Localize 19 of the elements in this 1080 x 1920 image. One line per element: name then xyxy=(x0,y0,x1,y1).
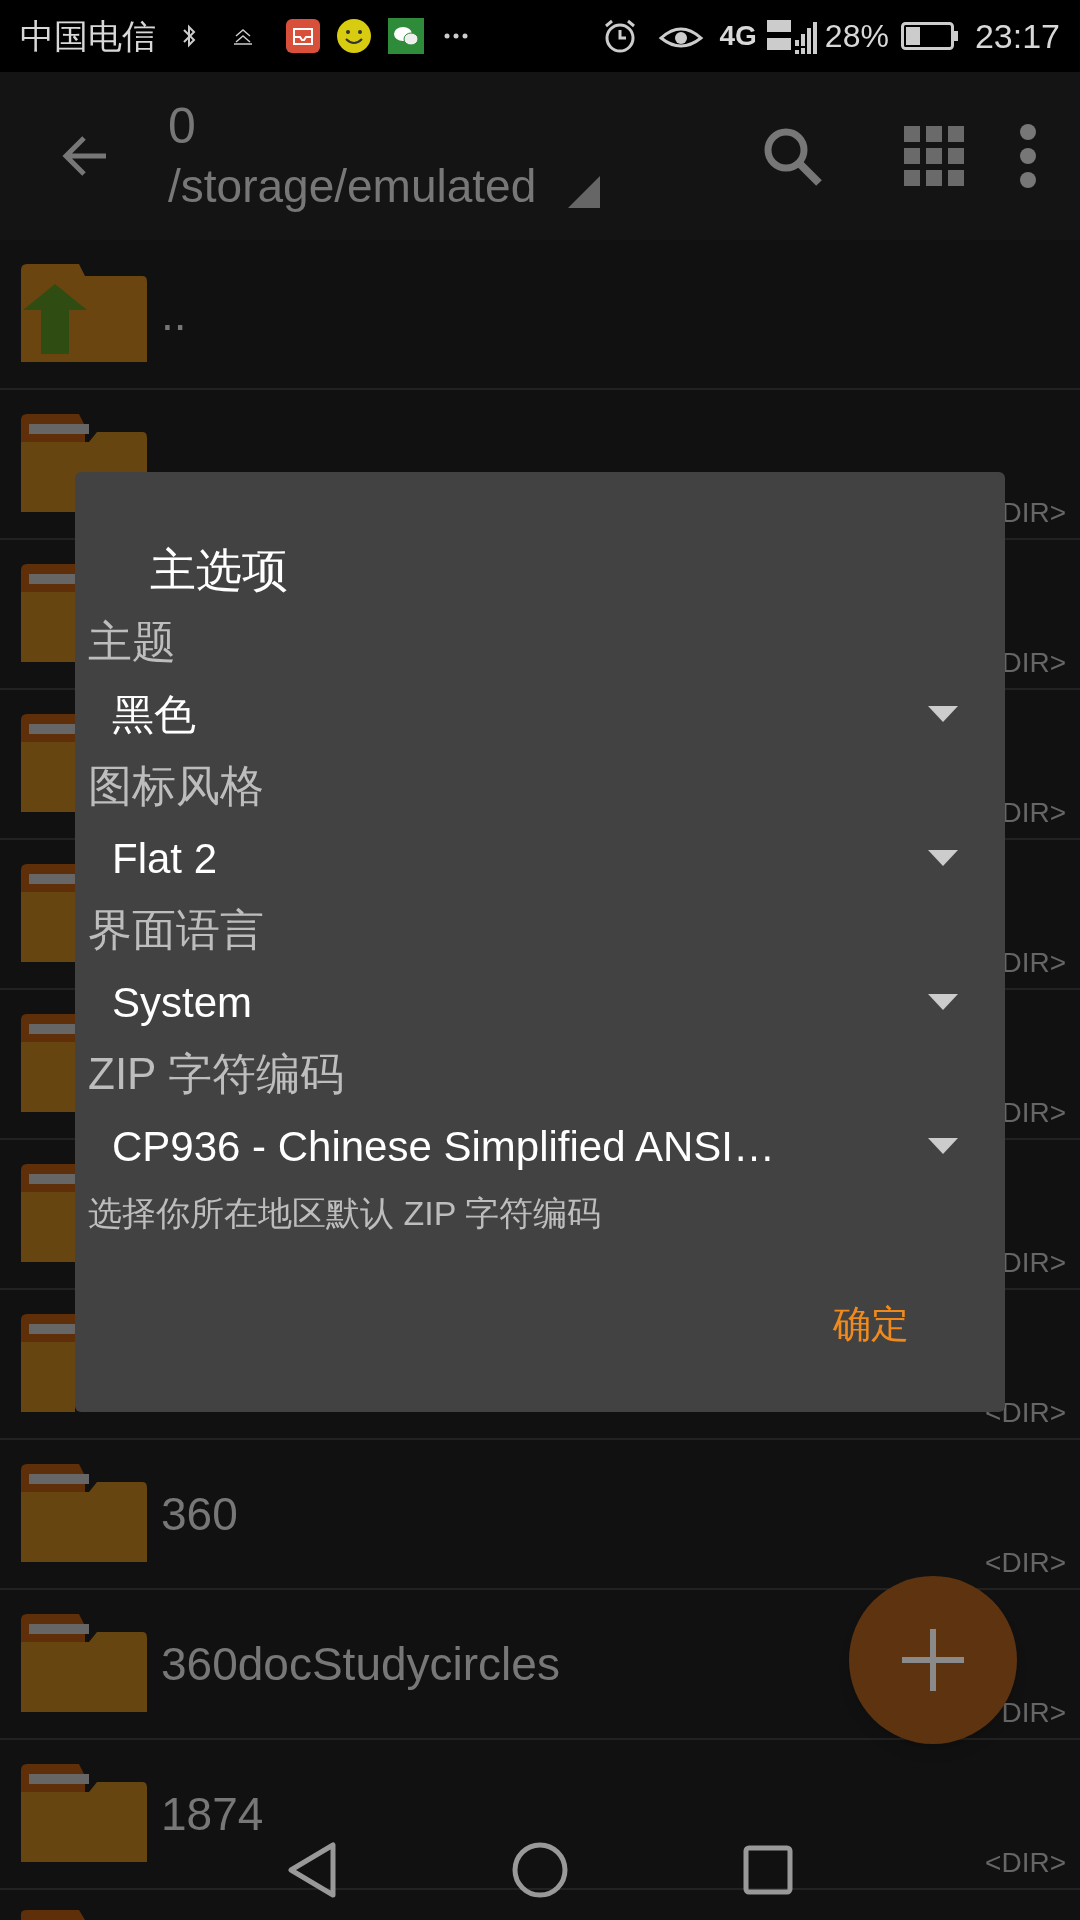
battery-percent: 28% xyxy=(824,17,889,56)
setting-label: ZIP 字符编码 xyxy=(88,1048,344,1100)
file-name: 360docStudycircles xyxy=(161,1636,560,1692)
folder-title: 0 xyxy=(168,97,197,156)
file-type: <DIR> xyxy=(985,1546,1066,1580)
file-type: DIR> xyxy=(1001,1696,1066,1730)
file-type: <DIR> xyxy=(985,1846,1066,1880)
setting-label: 界面语言 xyxy=(88,904,264,956)
clock-time: 23:17 xyxy=(974,15,1060,57)
setting-label: 图标风格 xyxy=(88,760,264,812)
dialog-title: 主选项 xyxy=(150,543,288,598)
file-name: 360 xyxy=(161,1486,238,1542)
hint-text: 选择你所在地区默认 ZIP 字符编码 xyxy=(88,1193,602,1234)
network-type: 4G xyxy=(719,19,757,53)
folder-path: /storage/emulated xyxy=(168,159,537,214)
carrier-name: 中国电信 xyxy=(20,15,156,57)
file-name: .. xyxy=(161,286,187,342)
setting-label: 主题 xyxy=(88,616,176,668)
file-name: 1874 xyxy=(161,1786,264,1842)
